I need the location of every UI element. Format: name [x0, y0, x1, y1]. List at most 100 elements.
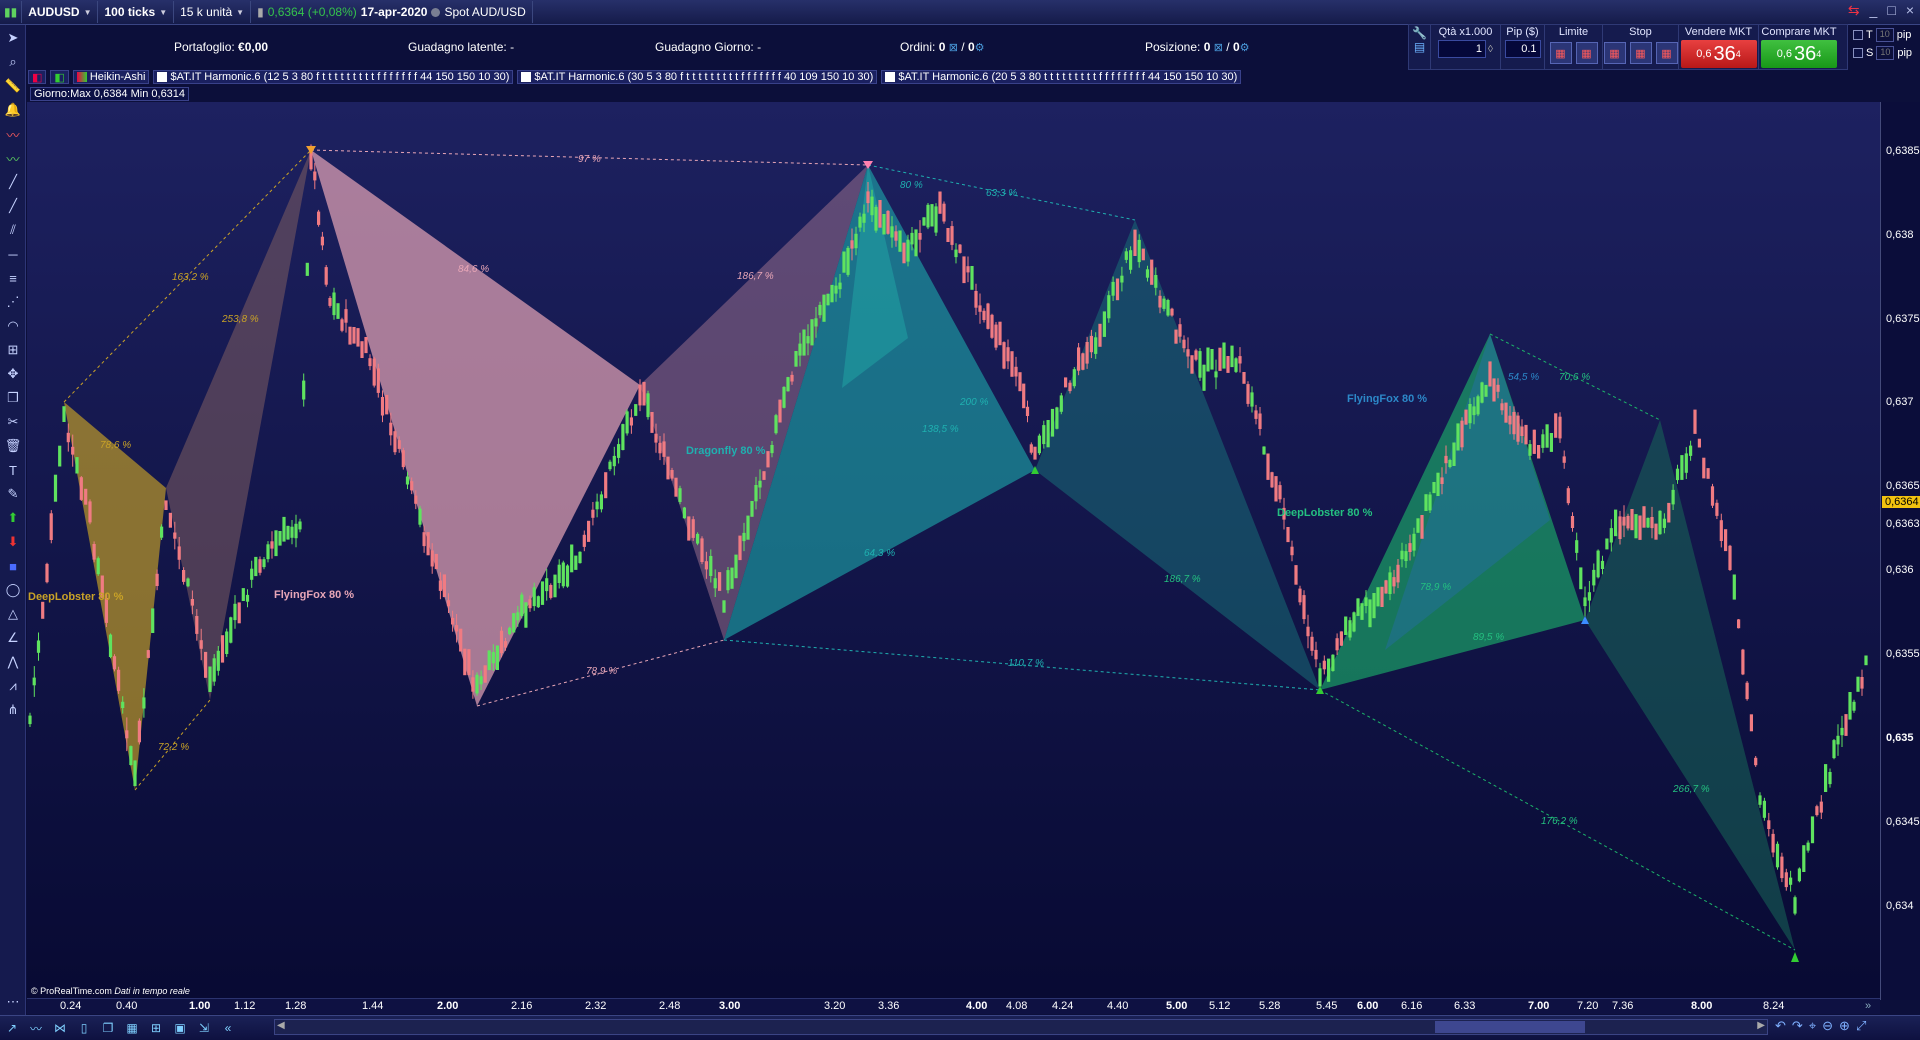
quantity-stepper[interactable]: ◊ — [1488, 44, 1493, 55]
expand-icon[interactable]: ⤢ — [1856, 1018, 1866, 1034]
maximize-icon[interactable]: □ — [1887, 2, 1895, 19]
ray-icon[interactable]: ╱ — [2, 195, 24, 217]
chart-type-icon[interactable]: ▮▮ — [0, 1, 23, 23]
price-chart[interactable]: DeepLobster 80 % FlyingFox 80 % Dragonfl… — [27, 102, 1880, 998]
zoom-fit-icon[interactable]: ⌖ — [1809, 1018, 1816, 1034]
scroll-right-icon[interactable]: » — [1865, 1000, 1871, 1012]
collapse-icon[interactable]: « — [218, 1018, 238, 1038]
candle-body — [582, 534, 586, 547]
screenshot-icon[interactable]: ▣ — [170, 1018, 190, 1038]
close-orders-icon[interactable]: ⊠ — [949, 42, 958, 54]
candle-body — [1671, 489, 1675, 505]
text-icon[interactable]: T — [2, 459, 24, 481]
heikin-ashi-tag[interactable]: Heikin-Ashi — [72, 70, 150, 84]
ellipse-icon[interactable]: ◯ — [2, 579, 24, 601]
drawing-toolbar: ➤ ⌕ 📏 🔔 〰 〰 ╱ ╱ ⫽ ─ ≡ ⋰ ◠ ⊞ ✥ ❐ ✂ 🗑 T ✎ … — [0, 25, 26, 1015]
limit-buy-button[interactable]: ▦ — [1549, 42, 1572, 64]
layout-icon[interactable]: ▯ — [74, 1018, 94, 1038]
wrench-icon[interactable]: 🔧 ▤ — [1409, 25, 1431, 69]
stop-loss-checkbox[interactable] — [1853, 48, 1863, 58]
price-label: 0,6375 — [1886, 313, 1920, 325]
gear-icon[interactable]: ⚙ — [1240, 42, 1250, 54]
pen-icon[interactable]: ✎ — [2, 483, 24, 505]
undo-icon[interactable]: ↶ — [1775, 1018, 1786, 1034]
fibonacci-icon[interactable]: ≡ — [2, 267, 24, 289]
candle-body — [1137, 239, 1141, 263]
pip-input[interactable]: 0.1 — [1504, 40, 1541, 58]
candle-body — [1010, 351, 1014, 377]
take-profit-checkbox[interactable] — [1853, 30, 1863, 40]
sell-market-button[interactable]: 0,6 36 4 — [1680, 40, 1757, 68]
buy-market-button[interactable]: 0,6 36 4 — [1761, 40, 1837, 68]
harmonic-indicator-3[interactable]: $AT.IT Harmonic.6 (20 5 3 80 t t t t t t… — [881, 70, 1242, 84]
candle-body — [1174, 329, 1178, 344]
rectangle-icon[interactable]: ■ — [2, 555, 24, 577]
tools-icon[interactable]: ✂ — [2, 411, 24, 433]
copy-icon[interactable]: ❐ — [2, 387, 24, 409]
redo-icon[interactable]: ↷ — [1792, 1018, 1803, 1034]
calendar-icon[interactable]: ▦ — [122, 1018, 142, 1038]
chart-scrollbar[interactable]: ◀ ▶ — [274, 1019, 1768, 1035]
arrow-up-icon[interactable]: ⬆ — [2, 507, 24, 529]
stop-buy-button[interactable]: ▦ — [1603, 42, 1626, 64]
move-icon[interactable]: ✥ — [2, 363, 24, 385]
stop-sell-button[interactable]: ▦ — [1629, 42, 1652, 64]
limit-sell-button[interactable]: ▦ — [1575, 42, 1598, 64]
price-label: 0,636 — [1886, 564, 1914, 576]
more-tools-icon[interactable]: ⋯ — [2, 991, 24, 1013]
pattern-icon[interactable]: ⩘ — [2, 675, 24, 697]
stop-other-button[interactable]: ▦ — [1655, 42, 1678, 64]
symbol-selector[interactable]: AUDUSD ▼ — [22, 1, 99, 23]
t-pip-input[interactable]: 10 — [1875, 28, 1894, 42]
window-icon[interactable]: ❐ — [98, 1018, 118, 1038]
arc-icon[interactable]: ◠ — [2, 315, 24, 337]
harmonic-indicator-1[interactable]: $AT.IT Harmonic.6 (12 5 3 80 f t t t t t… — [153, 70, 514, 84]
horizontal-line-icon[interactable]: ─ — [2, 243, 24, 265]
zoom-out-icon[interactable]: ⊖ — [1822, 1018, 1833, 1034]
s-pip-input[interactable]: 10 — [1876, 46, 1895, 60]
polyline-icon[interactable]: ⋀ — [2, 651, 24, 673]
chart-properties-icon[interactable]: ◧ — [50, 70, 69, 84]
scroll-thumb[interactable] — [1435, 1021, 1585, 1033]
minimize-icon[interactable]: _ — [1870, 2, 1878, 19]
candle-body — [1214, 371, 1218, 378]
trend-indicator-icon[interactable]: 〰 — [2, 147, 24, 169]
scroll-right-arrow-icon[interactable]: ▶ — [1757, 1020, 1765, 1031]
arrow-down-icon[interactable]: ⬇ — [2, 531, 24, 553]
delete-icon[interactable]: 🗑 — [2, 435, 24, 457]
candle-body — [962, 256, 966, 284]
chart-menu-icon[interactable]: ↗ — [2, 1018, 22, 1038]
stop-label: Stop — [1629, 26, 1652, 38]
candle-body — [958, 244, 962, 253]
harmonic-indicator-2[interactable]: $AT.IT Harmonic.6 (30 5 3 80 f t t t t t… — [517, 70, 878, 84]
quantity-input[interactable]: 1 — [1438, 40, 1487, 58]
zoom-in-icon[interactable]: ⊕ — [1839, 1018, 1850, 1034]
share-icon[interactable]: ⋈ — [50, 1018, 70, 1038]
ruler-icon[interactable]: 📏 — [2, 75, 24, 97]
candle-body — [1145, 269, 1150, 278]
chart-style-icon[interactable]: 〰 — [26, 1018, 46, 1038]
units-selector[interactable]: 15 k unità ▼ — [174, 1, 252, 23]
zoom-icon[interactable]: ⌕ — [2, 51, 24, 73]
candle-body — [1246, 384, 1250, 404]
chart-settings-icon[interactable]: ◧ — [28, 70, 47, 84]
angle-icon[interactable]: ∠ — [2, 627, 24, 649]
pitchfork-icon[interactable]: ⋔ — [2, 699, 24, 721]
candle-body — [1864, 655, 1868, 666]
triangle-icon[interactable]: △ — [2, 603, 24, 625]
ticks-selector[interactable]: 100 ticks ▼ — [98, 1, 175, 23]
time-axis[interactable]: 0.24 0.40 1.00 1.12 1.28 1.44 2.00 2.16 … — [27, 998, 1880, 1014]
scroll-left-icon[interactable]: ◀ — [277, 1020, 285, 1031]
close-icon[interactable]: × — [1906, 2, 1914, 19]
grid-icon[interactable]: ⊞ — [146, 1018, 166, 1038]
gear-icon[interactable]: ⚙ — [975, 42, 985, 54]
channel-icon[interactable]: ⫽ — [2, 219, 24, 241]
alert-bell-icon[interactable]: 🔔 — [2, 99, 24, 121]
export-icon[interactable]: ⇲ — [194, 1018, 214, 1038]
fan-icon[interactable]: ⋰ — [2, 291, 24, 313]
cursor-icon[interactable]: ➤ — [2, 27, 24, 49]
line-icon[interactable]: ╱ — [2, 171, 24, 193]
gann-icon[interactable]: ⊞ — [2, 339, 24, 361]
indicator-icon[interactable]: 〰 — [2, 123, 24, 145]
close-position-icon[interactable]: ⊠ — [1214, 42, 1223, 54]
